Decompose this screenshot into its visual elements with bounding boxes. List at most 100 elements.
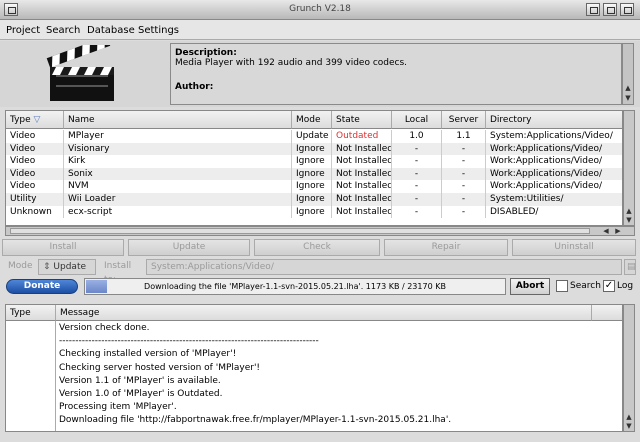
log-checkbox-label: Log [617,281,634,291]
cycle-icon: ⇕ [43,262,51,272]
scroll-down-icon[interactable]: ▼ [625,216,633,224]
cell-local: - [392,205,442,219]
log-line: Checking server hosted version of 'MPlay… [59,362,261,373]
table-row[interactable]: Utility Wii Loader Ignore Not Installed - - Sy… [6,193,622,206]
column-header-state[interactable]: State [332,111,392,129]
cell-state: Not Installed [332,167,392,181]
cell-mode: Ignore [292,193,332,206]
log-line: Downloading file 'http://fabportnawak.fr… [59,415,452,426]
package-table[interactable]: Type ▽ Name Mode State Local Server Dire… [5,110,623,226]
cell-type: Video [6,180,64,193]
log-line: Processing item 'MPlayer'. [59,402,177,413]
cell-local: 1.0 [392,130,442,143]
cell-state: Not Installed [332,155,392,168]
table-row[interactable]: Video Visionary Ignore Not Installed - - Work:… [6,142,622,156]
cell-directory: System:Utilities/ [486,193,622,206]
install-button[interactable]: Install [2,239,124,256]
log-header-filler [592,305,622,321]
author-label: Author: [175,82,214,92]
menu-database[interactable]: Database [87,25,135,36]
mode-cycle[interactable]: ⇕ Update [38,259,96,275]
cell-mode: Update [292,130,332,143]
log-checkbox[interactable]: ✓ [603,280,615,292]
repair-button[interactable]: Repair [384,239,508,256]
table-vertical-scrollbar[interactable]: ▲ ▼ [623,110,635,226]
cell-state: Outdated [332,130,392,143]
progress-row: Donate Downloading the file 'MPlayer-1.1… [0,278,640,296]
install-to-label: Install to: [104,261,132,285]
table-row[interactable]: Video MPlayer Update Outdated 1.0 1.1 System:A… [6,130,622,143]
search-checkbox[interactable] [556,280,568,292]
description-label: Description: [175,48,237,58]
log-panel[interactable]: Type Message Version check done. --------… [5,304,623,432]
log-line: Version 1.1 of 'MPlayer' is available. [59,375,221,386]
column-header-mode[interactable]: Mode [292,111,332,129]
cell-type: Unknown [6,205,64,219]
scroll-up-icon[interactable]: ▲ [625,413,633,421]
uninstall-button[interactable]: Uninstall [512,239,636,256]
log-type-column [6,321,56,431]
abort-button[interactable]: Abort [510,278,550,295]
log-header-type[interactable]: Type [6,305,56,321]
scroll-right-icon[interactable]: ▶ [614,227,622,235]
cell-name: NVM [64,180,292,193]
mode-row: Mode ⇕ Update Install to: System:Applica… [0,259,640,285]
title-bar[interactable]: Grunch V2.18 [0,0,640,20]
cell-name: MPlayer [64,130,292,143]
log-header-message[interactable]: Message [56,305,592,321]
scroll-left-icon[interactable]: ◀ [602,227,610,235]
scroll-thumb[interactable] [10,228,590,234]
cell-mode: Ignore [292,142,332,156]
cell-local: - [392,180,442,193]
table-row[interactable]: Video NVM Ignore Not Installed - - Work:Applic… [6,180,622,193]
description-box: Description: Media Player with 192 audio… [170,43,622,105]
column-header-local[interactable]: Local [392,111,442,129]
column-header-server[interactable]: Server [442,111,486,129]
cell-directory: System:Applications/Video/ [486,130,622,143]
iconify-button[interactable] [586,3,600,16]
donate-button[interactable]: Donate [6,279,78,294]
scroll-down-icon[interactable]: ▼ [624,94,632,102]
column-header-type[interactable]: Type ▽ [6,111,64,129]
menu-bar: Project Search Database Settings [0,20,640,40]
cell-local: - [392,155,442,168]
cell-type: Video [6,167,64,181]
cell-type: Utility [6,193,64,206]
column-header-name[interactable]: Name [64,111,292,129]
description-scrollbar[interactable]: ▲ ▼ [622,43,634,105]
log-line: ----------------------------------------… [59,336,319,347]
cell-type: Video [6,155,64,168]
scroll-down-icon[interactable]: ▼ [625,422,633,430]
cell-local: - [392,193,442,206]
cell-state: Not Installed [332,180,392,193]
sort-arrow-icon: ▽ [33,115,41,125]
cell-mode: Ignore [292,180,332,193]
check-button[interactable]: Check [254,239,380,256]
menu-search[interactable]: Search [46,25,80,36]
menu-project[interactable]: Project [6,25,40,36]
table-row[interactable]: Unknown ecx-script Ignore Not Installed - - DI… [6,205,622,219]
table-row[interactable]: Video Kirk Ignore Not Installed - - Work:Appli… [6,155,622,168]
cell-local: - [392,167,442,181]
cell-state: Not Installed [332,142,392,156]
menu-settings[interactable]: Settings [138,25,179,36]
install-path-field[interactable]: System:Applications/Video/ [146,259,622,275]
column-header-directory[interactable]: Directory [486,111,622,129]
action-bar: Install Update Check Repair Uninstall [0,239,640,257]
folder-icon[interactable]: ▤ [624,259,636,275]
table-row[interactable]: Video Sonix Ignore Not Installed - - Work:Appl… [6,167,622,181]
log-scrollbar[interactable]: ▲ ▼ [623,304,635,432]
cell-name: ecx-script [64,205,292,219]
scroll-up-icon[interactable]: ▲ [624,84,632,92]
cell-server: - [442,193,486,206]
cell-state: Not Installed [332,193,392,206]
download-progress-bar: Downloading the file 'MPlayer-1.1-svn-20… [84,278,506,295]
table-horizontal-scrollbar[interactable]: ◀ ▶ [5,226,635,236]
search-checkbox-label: Search [570,281,601,291]
log-line: Checking installed version of 'MPlayer'! [59,349,237,360]
zoom-button[interactable] [603,3,617,16]
update-button[interactable]: Update [128,239,250,256]
depth-button[interactable] [620,3,634,16]
scroll-up-icon[interactable]: ▲ [625,207,633,215]
cell-type: Video [6,130,64,143]
